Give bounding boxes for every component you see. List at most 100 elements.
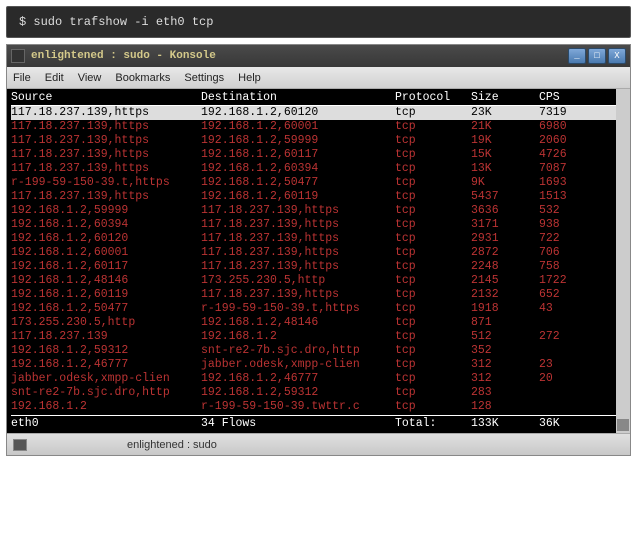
cell-size: 19K xyxy=(471,134,539,148)
maximize-button[interactable]: □ xyxy=(588,48,606,64)
cell-size: 13K xyxy=(471,162,539,176)
cell-proto: tcp xyxy=(395,162,471,176)
konsole-window: enlightened : sudo - Konsole _ □ X File … xyxy=(6,44,631,456)
table-row[interactable]: 192.168.1.2,46777jabber.odesk,xmpp-clien… xyxy=(11,358,624,372)
cell-size: 312 xyxy=(471,372,539,386)
cell-src: 117.18.237.139,https xyxy=(11,134,201,148)
cell-cps: 272 xyxy=(539,330,595,344)
app-icon xyxy=(11,49,25,63)
table-footer: eth0 34 Flows Total: 133K 36K xyxy=(11,415,624,431)
minimize-button[interactable]: _ xyxy=(568,48,586,64)
cell-dst: snt-re2-7b.sjc.dro,http xyxy=(201,344,395,358)
col-destination: Destination xyxy=(201,91,395,105)
table-row[interactable]: 117.18.237.139,https192.168.1.2,60120tcp… xyxy=(11,106,624,120)
menu-bookmarks[interactable]: Bookmarks xyxy=(115,72,170,84)
cell-dst: 192.168.1.2,60120 xyxy=(201,106,395,120)
scrollbar[interactable] xyxy=(616,89,630,433)
cell-size: 3171 xyxy=(471,218,539,232)
table-row[interactable]: 192.168.1.2,50477r-199-59-150-39.t,https… xyxy=(11,302,624,316)
cell-dst: r-199-59-150-39.twttr.c xyxy=(201,400,395,414)
scrollbar-thumb[interactable] xyxy=(617,419,629,431)
cell-dst: 192.168.1.2,48146 xyxy=(201,316,395,330)
cell-src: 192.168.1.2,59312 xyxy=(11,344,201,358)
cell-src: 117.18.237.139,https xyxy=(11,162,201,176)
cell-dst: r-199-59-150-39.t,https xyxy=(201,302,395,316)
cell-size: 21K xyxy=(471,120,539,134)
cell-proto: tcp xyxy=(395,344,471,358)
col-source: Source xyxy=(11,91,201,105)
cell-cps: 532 xyxy=(539,204,595,218)
menu-file[interactable]: File xyxy=(13,72,31,84)
terminal-output[interactable]: Source Destination Protocol Size CPS 117… xyxy=(7,89,630,433)
col-cps: CPS xyxy=(539,91,595,105)
cell-dst: jabber.odesk,xmpp-clien xyxy=(201,358,395,372)
cell-src: 173.255.230.5,http xyxy=(11,316,201,330)
cell-cps: 1513 xyxy=(539,190,595,204)
cell-src: 192.168.1.2,48146 xyxy=(11,274,201,288)
col-protocol: Protocol xyxy=(395,91,471,105)
cell-src: 192.168.1.2,46777 xyxy=(11,358,201,372)
table-row[interactable]: r-199-59-150-39.t,https192.168.1.2,50477… xyxy=(11,176,624,190)
cell-proto: tcp xyxy=(395,274,471,288)
table-row[interactable]: 192.168.1.2,60394117.18.237.139,httpstcp… xyxy=(11,218,624,232)
menu-view[interactable]: View xyxy=(78,72,102,84)
table-row[interactable]: 192.168.1.2r-199-59-150-39.twttr.ctcp128 xyxy=(11,400,624,414)
table-row[interactable]: 117.18.237.139,https192.168.1.2,60394tcp… xyxy=(11,162,624,176)
menu-help[interactable]: Help xyxy=(238,72,261,84)
cell-size: 2248 xyxy=(471,260,539,274)
cell-proto: tcp xyxy=(395,400,471,414)
window-title: enlightened : sudo - Konsole xyxy=(31,50,568,62)
cell-proto: tcp xyxy=(395,218,471,232)
cell-proto: tcp xyxy=(395,302,471,316)
cell-src: 192.168.1.2,59999 xyxy=(11,204,201,218)
close-button[interactable]: X xyxy=(608,48,626,64)
cell-proto: tcp xyxy=(395,148,471,162)
cell-src: jabber.odesk,xmpp-clien xyxy=(11,372,201,386)
cell-cps: 706 xyxy=(539,246,595,260)
cell-cps: 20 xyxy=(539,372,595,386)
cell-size: 871 xyxy=(471,316,539,330)
cell-dst: 192.168.1.2,50477 xyxy=(201,176,395,190)
footer-total-cps: 36K xyxy=(539,417,595,431)
cell-dst: 117.18.237.139,https xyxy=(201,232,395,246)
table-row[interactable]: 117.18.237.139,https192.168.1.2,60117tcp… xyxy=(11,148,624,162)
table-row[interactable]: 117.18.237.139,https192.168.1.2,60001tcp… xyxy=(11,120,624,134)
table-row[interactable]: jabber.odesk,xmpp-clien192.168.1.2,46777… xyxy=(11,372,624,386)
table-row[interactable]: 117.18.237.139,https192.168.1.2,59999tcp… xyxy=(11,134,624,148)
col-size: Size xyxy=(471,91,539,105)
table-row[interactable]: 192.168.1.2,59999117.18.237.139,httpstcp… xyxy=(11,204,624,218)
menu-edit[interactable]: Edit xyxy=(45,72,64,84)
cell-cps: 23 xyxy=(539,358,595,372)
cell-size: 512 xyxy=(471,330,539,344)
cell-proto: tcp xyxy=(395,372,471,386)
cell-src: 192.168.1.2,60120 xyxy=(11,232,201,246)
table-row[interactable]: 192.168.1.2,59312snt-re2-7b.sjc.dro,http… xyxy=(11,344,624,358)
footer-total-size: 133K xyxy=(471,417,539,431)
titlebar[interactable]: enlightened : sudo - Konsole _ □ X xyxy=(7,45,630,67)
cell-dst: 192.168.1.2,46777 xyxy=(201,372,395,386)
cell-proto: tcp xyxy=(395,232,471,246)
tab-icon[interactable] xyxy=(13,439,27,451)
cell-size: 15K xyxy=(471,148,539,162)
table-row[interactable]: 192.168.1.2,48146173.255.230.5,httptcp21… xyxy=(11,274,624,288)
cell-size: 9K xyxy=(471,176,539,190)
cell-src: 117.18.237.139,https xyxy=(11,190,201,204)
menu-settings[interactable]: Settings xyxy=(184,72,224,84)
table-row[interactable]: 117.18.237.139192.168.1.2tcp512272 xyxy=(11,330,624,344)
cell-size: 2132 xyxy=(471,288,539,302)
table-row[interactable]: snt-re2-7b.sjc.dro,http192.168.1.2,59312… xyxy=(11,386,624,400)
cell-cps: 758 xyxy=(539,260,595,274)
table-row[interactable]: 117.18.237.139,https192.168.1.2,60119tcp… xyxy=(11,190,624,204)
cell-src: 117.18.237.139,https xyxy=(11,106,201,120)
table-row[interactable]: 173.255.230.5,http192.168.1.2,48146tcp87… xyxy=(11,316,624,330)
table-row[interactable]: 192.168.1.2,60120117.18.237.139,httpstcp… xyxy=(11,232,624,246)
cell-proto: tcp xyxy=(395,134,471,148)
cell-size: 5437 xyxy=(471,190,539,204)
table-row[interactable]: 192.168.1.2,60119117.18.237.139,httpstcp… xyxy=(11,288,624,302)
table-row[interactable]: 192.168.1.2,60001117.18.237.139,httpstcp… xyxy=(11,246,624,260)
cell-cps: 652 xyxy=(539,288,595,302)
cell-cps: 43 xyxy=(539,302,595,316)
cell-proto: tcp xyxy=(395,330,471,344)
cell-size: 352 xyxy=(471,344,539,358)
table-row[interactable]: 192.168.1.2,60117117.18.237.139,httpstcp… xyxy=(11,260,624,274)
